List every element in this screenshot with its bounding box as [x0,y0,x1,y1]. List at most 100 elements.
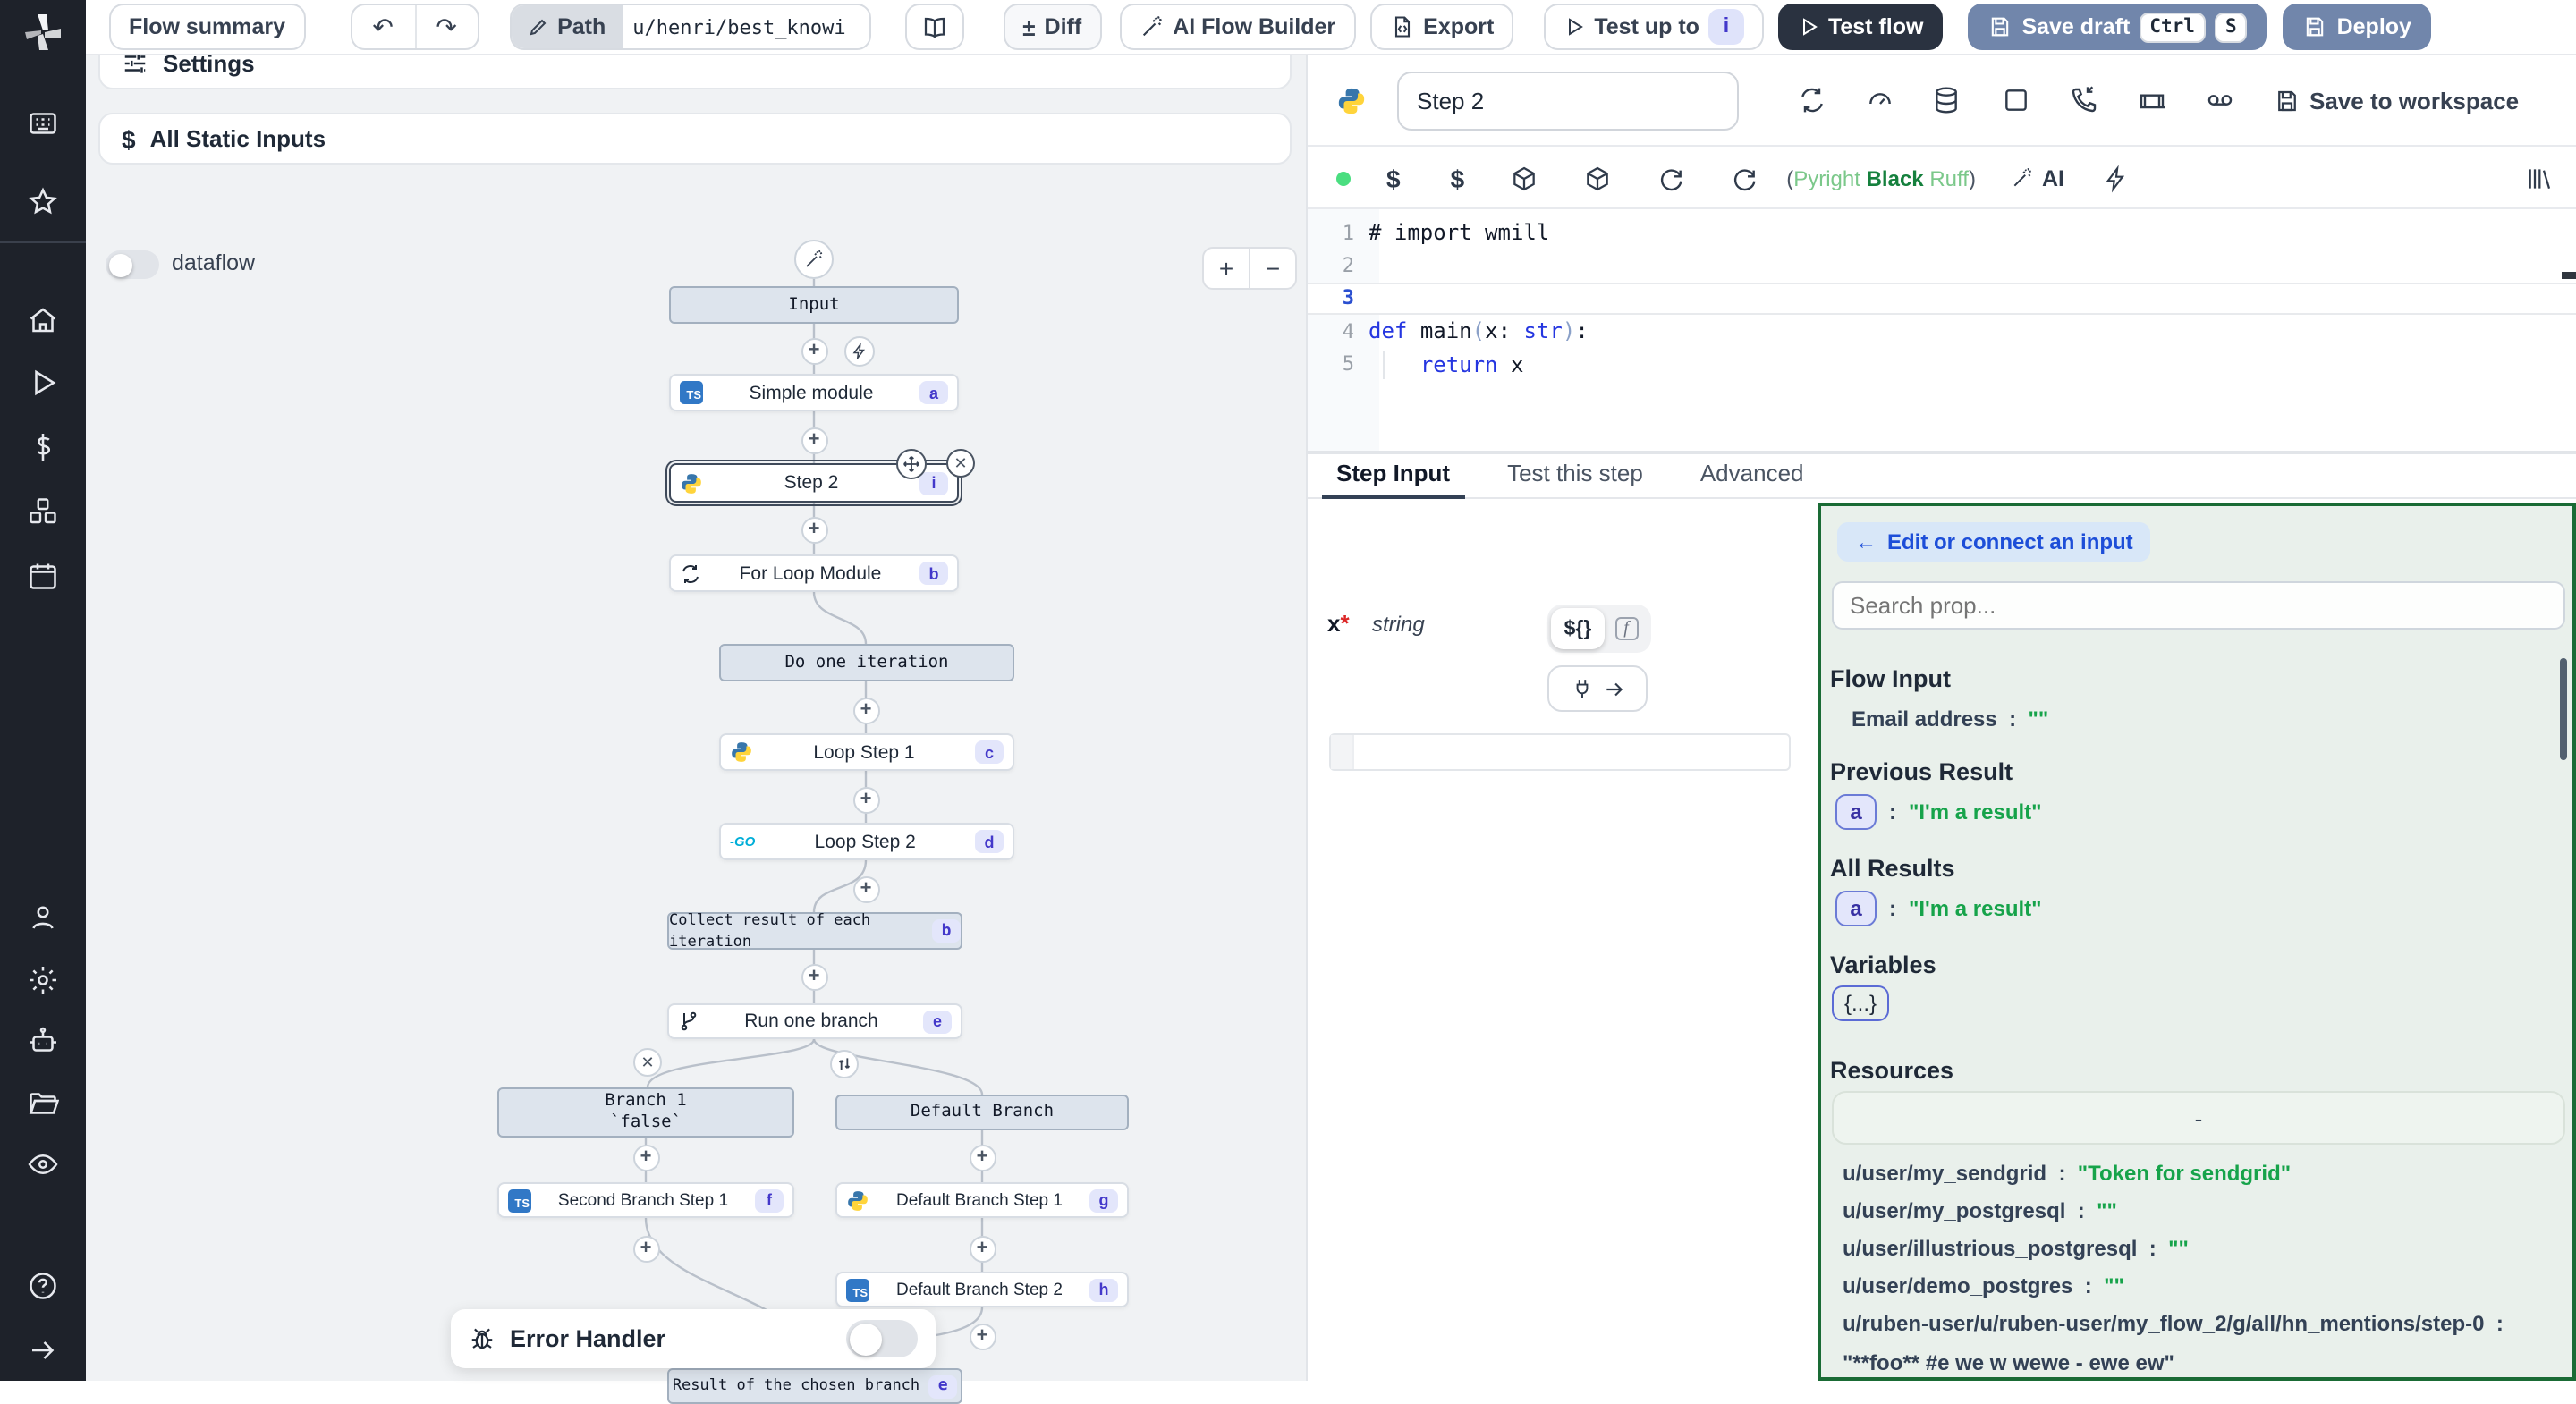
node-loop-step1[interactable]: Loop Step 1 c [719,733,1014,771]
node-do-one-iteration[interactable]: Do one iteration [719,644,1014,681]
step-name-input[interactable] [1397,71,1739,130]
favorites-star-icon[interactable] [27,186,59,218]
schedules-calendar-icon[interactable] [27,560,59,592]
windmill-logo-icon[interactable] [21,11,64,54]
trigger-bolt-button[interactable] [844,336,875,367]
phone-icon[interactable] [2070,86,2098,114]
error-handler-toggle[interactable] [846,1320,918,1357]
square-icon[interactable] [2002,86,2030,114]
path-input[interactable] [622,5,869,48]
deploy-button[interactable]: Deploy [2284,4,2431,50]
insert-step-button[interactable] [852,786,879,813]
resources-filter-box[interactable]: - [1832,1091,2565,1145]
all-static-inputs-card[interactable]: $ All Static Inputs [98,113,1292,165]
test-flow-button[interactable]: Test flow [1778,4,1944,50]
package-icon[interactable] [1509,164,1538,192]
arg-value-input[interactable] [1329,733,1791,771]
insert-step-button[interactable] [969,1323,996,1349]
flow-summary-button[interactable]: Flow summary [109,4,305,50]
delete-step-button[interactable]: ✕ [946,449,975,478]
zoom-out-button[interactable]: − [1249,247,1297,290]
redo-icon[interactable]: ↷ [414,5,477,48]
resource-row-value[interactable]: "**foo** #e we w wewe - ewe ew" [1843,1350,2174,1375]
panel-scrollbar[interactable] [2559,658,2567,760]
audit-eye-icon[interactable] [27,1148,59,1180]
variables-dollar-icon[interactable] [27,431,59,463]
node-default-branch-step2[interactable]: TS Default Branch Step 2 h [835,1272,1129,1307]
folders-icon[interactable] [27,1087,59,1120]
node-default-branch[interactable]: Default Branch [835,1095,1129,1130]
settings-gear-icon[interactable] [27,964,59,996]
resource-row[interactable]: u/user/demo_postgres : "" [1843,1273,2124,1298]
ai-button[interactable]: AI [2012,165,2064,190]
insert-step-button[interactable] [852,697,879,723]
docs-book-button[interactable] [904,4,963,50]
insert-step-button[interactable] [632,1144,659,1171]
insert-step-button[interactable] [801,427,827,453]
resources-cubes-icon[interactable] [27,495,59,528]
node-simple-module[interactable]: TS Simple module a [669,374,959,411]
rotate-cw-icon[interactable] [1656,164,1684,192]
collapse-arrow-icon[interactable] [27,1334,59,1366]
search-prop-input[interactable] [1832,581,2565,630]
insert-step-button[interactable] [801,516,827,543]
resource-row[interactable]: u/ruben-user/u/ruben-user/my_flow_2/g/al… [1843,1311,2504,1336]
tab-step-input[interactable]: Step Input [1336,460,1450,497]
insert-step-button[interactable] [852,875,879,902]
expr-mode-chip[interactable]: ${} [1551,608,1605,649]
flow-input-row[interactable]: Email address : "" [1852,706,2048,732]
fn-mode-chip[interactable]: f [1605,608,1648,649]
workers-robot-icon[interactable] [27,1025,59,1057]
node-run-one-branch[interactable]: Run one branch e [667,1003,962,1039]
move-step-button[interactable] [896,449,927,479]
node-for-loop[interactable]: For Loop Module b [669,554,959,592]
previous-result-row[interactable]: a : "I'm a result" [1835,794,2042,830]
all-results-row[interactable]: a : "I'm a result" [1835,891,2042,926]
code-editor[interactable]: 1# import wmill 2 3 4 def main(x: str): … [1308,209,2576,451]
dollar-icon[interactable]: $ [1386,164,1401,192]
node-input[interactable]: Input [669,286,959,324]
edit-connect-back-button[interactable]: ← Edit or connect an input [1837,522,2151,562]
package-icon[interactable] [1582,164,1611,192]
voicemail-icon[interactable] [2206,86,2234,114]
node-second-branch-step1[interactable]: TS Second Branch Step 1 f [497,1182,794,1218]
gauge-icon[interactable] [1866,86,1894,114]
result-id-badge[interactable]: a [1835,794,1877,830]
tab-test-this-step[interactable]: Test this step [1507,460,1643,497]
panel-splitter[interactable] [1308,451,2576,453]
dollar-icon[interactable]: $ [1451,164,1465,192]
result-id-badge[interactable]: a [1835,891,1877,926]
insert-step-button[interactable] [969,1235,996,1262]
resource-row[interactable]: u/user/my_postgresql : "" [1843,1198,2117,1223]
save-to-workspace-button[interactable]: Save to workspace [2267,77,2526,123]
node-loop-step2[interactable]: -GO Loop Step 2 d [719,823,1014,860]
tab-advanced[interactable]: Advanced [1700,460,1804,497]
bolt-icon[interactable] [2104,164,2129,192]
ai-flow-builder-button[interactable]: AI Flow Builder [1119,4,1355,50]
zoom-in-button[interactable]: + [1202,247,1250,290]
runs-keyboard-icon[interactable] [27,107,59,140]
runs-play-icon[interactable] [27,367,59,399]
insert-step-button[interactable] [801,337,827,364]
insert-step-button[interactable] [969,1144,996,1171]
flow-ai-wand-button[interactable] [794,240,834,279]
rotate-cw-icon[interactable] [1729,164,1758,192]
resource-row[interactable]: u/user/my_sendgrid : "Token for sendgrid… [1843,1161,2291,1186]
insert-step-button[interactable] [801,963,827,990]
help-icon[interactable] [27,1270,59,1302]
insert-step-button[interactable] [632,1235,659,1262]
test-up-to-button[interactable]: Test up to i [1544,4,1764,50]
remove-branch-button[interactable]: ✕ [633,1048,662,1077]
add-branch-button[interactable] [830,1050,859,1078]
export-button[interactable]: Export [1369,4,1513,50]
node-default-branch-step1[interactable]: Default Branch Step 1 g [835,1182,1129,1218]
diff-button[interactable]: ± Diff [1003,4,1101,50]
cycle-icon[interactable] [1798,86,1826,114]
variables-expand-badge[interactable]: {...} [1832,985,1889,1021]
node-branch1[interactable]: Branch 1`false` [497,1087,794,1138]
save-draft-button[interactable]: Save draft Ctrl S [1968,4,2267,50]
undo-icon[interactable]: ↶ [352,5,414,48]
users-icon[interactable] [27,901,59,934]
resource-row[interactable]: u/user/illustrious_postgresql : "" [1843,1236,2189,1261]
dataflow-toggle[interactable] [106,250,159,279]
